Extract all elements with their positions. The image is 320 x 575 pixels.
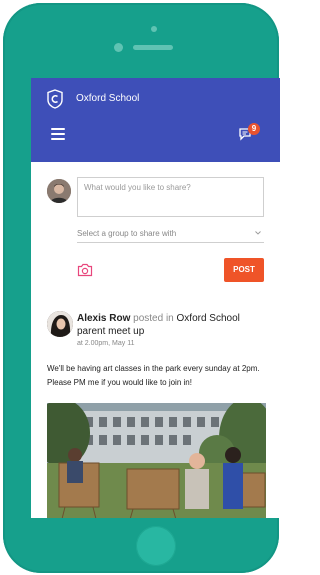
post-connector: posted in <box>133 313 174 324</box>
app-screen: Oxford School 9 What would you like to s… <box>31 78 280 518</box>
chevron-down-icon <box>255 231 261 235</box>
share-input-placeholder: What would you like to share? <box>84 183 191 192</box>
post-author[interactable]: Alexis Row <box>77 313 130 324</box>
user-avatar <box>47 179 71 203</box>
menu-icon[interactable] <box>51 128 65 140</box>
home-button[interactable] <box>136 526 176 566</box>
post-photo[interactable] <box>47 403 266 518</box>
group-select[interactable]: Select a group to share with <box>77 225 264 243</box>
post-body: We'll be having art classes in the park … <box>47 364 260 387</box>
author-avatar[interactable] <box>47 311 73 337</box>
notification-badge: 9 <box>248 123 260 135</box>
phone-frame: Oxford School 9 What would you like to s… <box>3 3 280 573</box>
camera-icon[interactable] <box>77 263 93 277</box>
post-header: Alexis Row posted in Oxford School paren… <box>77 312 267 338</box>
app-header: Oxford School 9 <box>31 78 280 162</box>
share-input[interactable]: What would you like to share? <box>77 177 264 217</box>
front-sensor <box>151 26 157 32</box>
school-logo-icon <box>47 89 63 109</box>
front-camera <box>114 43 123 52</box>
post-button[interactable]: POST <box>224 258 264 282</box>
earpiece-speaker <box>133 45 173 50</box>
group-select-placeholder: Select a group to share with <box>77 229 177 238</box>
school-name: Oxford School <box>76 93 140 104</box>
post-timestamp: at 2.00pm, May 11 <box>77 340 135 347</box>
